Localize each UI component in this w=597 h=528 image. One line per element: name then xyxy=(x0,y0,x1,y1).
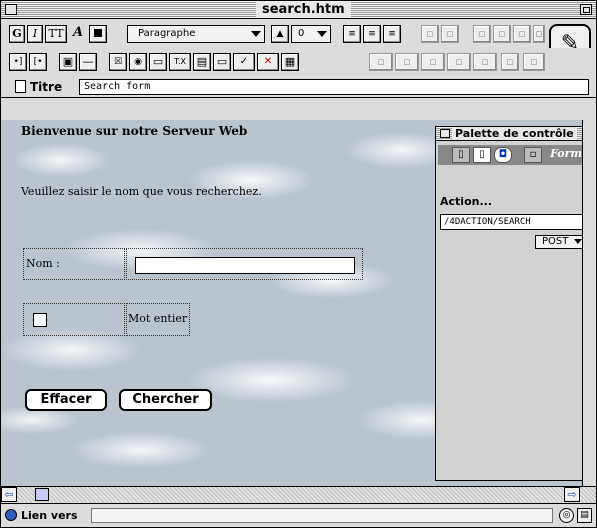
reset-icon[interactable]: ✕ xyxy=(257,53,279,71)
text-field-icon[interactable]: ▭ xyxy=(149,53,167,71)
size-up-button[interactable]: ▲ xyxy=(271,25,289,43)
chevron-down-icon xyxy=(317,31,327,37)
outdent-icon[interactable]: ▫ xyxy=(473,25,491,43)
bullet-list-icon[interactable]: ▫ xyxy=(493,25,511,43)
checkbox-icon[interactable]: ☒ xyxy=(109,53,127,71)
mot-entier-checkbox[interactable] xyxy=(33,313,47,327)
zoom-box[interactable] xyxy=(580,4,592,15)
chevron-down-icon xyxy=(251,31,261,37)
palette-title-bar[interactable]: Palette de contrôle xyxy=(436,127,590,141)
table-split-icon[interactable]: ▫ xyxy=(447,53,471,71)
number-list-icon[interactable]: ▫ xyxy=(513,25,531,43)
target-icon[interactable]: ◎ xyxy=(559,508,574,523)
nom-input[interactable] xyxy=(135,257,355,274)
teletype-button[interactable]: TT xyxy=(45,25,67,43)
method-select[interactable]: POST xyxy=(535,235,586,249)
palette-tabs: ▯ ▯ ◘ ▫ Form. xyxy=(438,145,588,165)
html-view-icon[interactable]: ▤ xyxy=(577,508,592,523)
globe-icon xyxy=(5,509,17,521)
bold-button[interactable]: G xyxy=(9,25,25,43)
control-palette: Palette de contrôle ▯ ▯ ◘ ▫ Form. Action… xyxy=(435,126,591,481)
link-label: Lien vers xyxy=(21,509,78,522)
italic-button[interactable]: I xyxy=(27,25,43,43)
insert-toolbar: •] [• ▣ — ☒ ◉ ▭ T.X ▤ ▭ ✓ ✕ ▦ ▫ ▫ ▫ ▫ ▫ … xyxy=(1,48,596,76)
size-select[interactable]: 0 xyxy=(291,25,331,43)
action-field[interactable]: /4DACTION/SEARCH xyxy=(440,214,586,230)
vertical-scrollbar[interactable] xyxy=(582,120,596,486)
action-label: Action... xyxy=(440,195,492,208)
tab-page-icon[interactable]: ▯ xyxy=(452,147,470,163)
horizontal-scrollbar[interactable]: ⇦ ⇨ xyxy=(1,486,596,502)
palette-close-box[interactable] xyxy=(440,129,450,138)
link-out-icon[interactable]: [• xyxy=(29,53,47,71)
mot-entier-label: Mot entier xyxy=(126,303,190,336)
page-title-label: Titre xyxy=(15,79,62,95)
color-button[interactable] xyxy=(89,25,107,43)
textarea-icon[interactable]: T.X xyxy=(169,53,191,71)
status-bar: Lien vers ◎ ▤ xyxy=(1,503,596,527)
table-props-icon[interactable]: ▫ xyxy=(523,53,545,71)
align-left-button[interactable]: ≡ xyxy=(343,25,361,43)
page-title-field[interactable]: Search form xyxy=(79,79,589,95)
rule-icon[interactable]: — xyxy=(79,53,97,71)
scroll-thumb[interactable] xyxy=(35,488,49,501)
definition-list-icon[interactable]: ▫ xyxy=(533,25,545,43)
paragraph-style-select[interactable]: Paragraphe xyxy=(127,25,265,43)
chercher-button[interactable]: Chercher xyxy=(119,389,212,411)
align-center-button[interactable]: ≡ xyxy=(363,25,381,43)
format-toolbar: G I TT A Paragraphe ▲ 0 ≡ ≡ ≡ ▫ ▫ ▫ ▫ ▫ … xyxy=(1,20,596,48)
submit-icon[interactable]: ✓ xyxy=(233,53,255,71)
effacer-button[interactable]: Effacer xyxy=(25,389,107,411)
scroll-right-arrow-icon[interactable]: ⇨ xyxy=(564,487,580,502)
tab-text-icon[interactable]: ▯ xyxy=(473,147,491,163)
search-prompt: Veuillez saisir le nom que vous recherch… xyxy=(21,185,262,198)
window-title: search.htm xyxy=(256,2,351,17)
list-icon[interactable]: ▫ xyxy=(421,25,439,43)
popup-icon[interactable]: ▤ xyxy=(193,53,211,71)
document-icon xyxy=(15,80,26,93)
indent-icon[interactable]: ▫ xyxy=(441,25,459,43)
table-delete-icon[interactable]: ▫ xyxy=(501,53,519,71)
welcome-heading: Bienvenue sur notre Serveur Web xyxy=(21,124,248,138)
align-right-button[interactable]: ≡ xyxy=(383,25,401,43)
table-row-icon[interactable]: ▫ xyxy=(369,53,393,71)
table-col-icon[interactable]: ▫ xyxy=(395,53,419,71)
image-icon[interactable]: ▣ xyxy=(59,53,77,71)
list-box-icon[interactable]: ▭ xyxy=(213,53,231,71)
font-size-icon[interactable]: A xyxy=(69,25,87,43)
title-bar[interactable]: search.htm xyxy=(1,1,596,19)
table-merge-icon[interactable]: ▫ xyxy=(421,53,445,71)
chevron-down-icon xyxy=(574,239,582,244)
table-icon[interactable]: ▦ xyxy=(281,53,299,71)
scroll-left-arrow-icon[interactable]: ⇦ xyxy=(1,487,17,502)
nom-label: Nom : xyxy=(23,248,125,280)
close-box[interactable] xyxy=(5,4,17,15)
tab-image-icon[interactable]: ▫ xyxy=(524,147,542,163)
radio-icon[interactable]: ◉ xyxy=(129,53,147,71)
palette-title: Palette de contrôle xyxy=(452,127,577,140)
editor-window: search.htm G I TT A Paragraphe ▲ 0 ≡ ≡ ≡… xyxy=(0,0,597,528)
link-field[interactable] xyxy=(91,508,553,523)
link-in-icon[interactable]: •] xyxy=(9,53,27,71)
tab-form-element-icon[interactable]: ◘ xyxy=(494,147,512,163)
table-cell-icon[interactable]: ▫ xyxy=(473,53,497,71)
